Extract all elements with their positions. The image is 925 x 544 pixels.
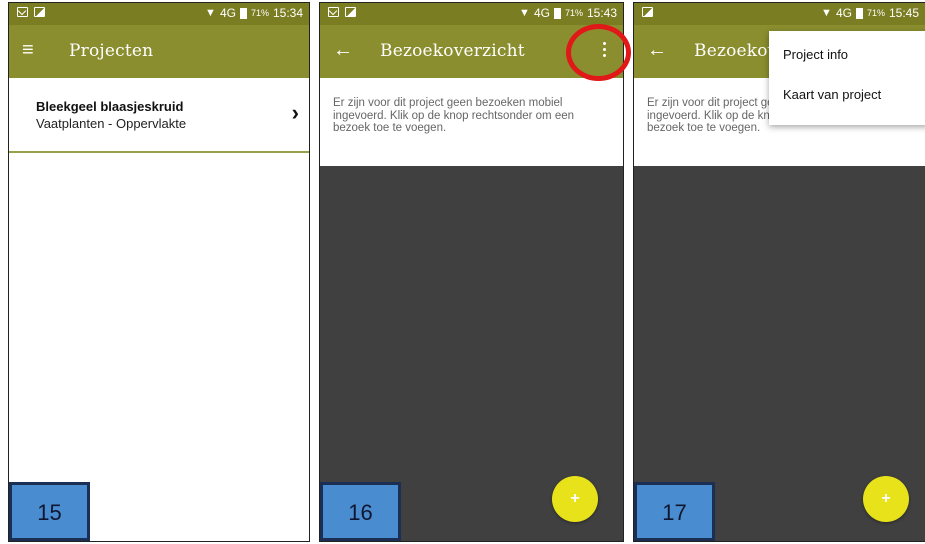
- status-bar: ▼ 4G 71% 15:43: [320, 3, 623, 25]
- menu-item-kaart-van-project[interactable]: Kaart van project: [769, 72, 925, 113]
- project-list-item[interactable]: Bleekgeel blaasjeskruid Vaatplanten - Op…: [9, 78, 309, 153]
- battery-percent: 71%: [250, 8, 269, 18]
- step-badge: 16: [320, 482, 401, 541]
- image-icon: [642, 7, 653, 17]
- network-type: 4G: [835, 6, 852, 20]
- status-bar: ▼ 4G 71% 15:45: [634, 3, 925, 25]
- page-title: Projecten: [69, 41, 154, 61]
- overflow-menu: Project info Kaart van project: [769, 31, 925, 125]
- signal-icon: ▼: [205, 7, 216, 19]
- step-badge: 17: [634, 482, 715, 541]
- page-title: Bezoekoverzicht: [380, 41, 525, 61]
- screen-projecten: ▼ 4G 71% 15:34 ≡ Projecten Bleekgeel bla…: [8, 2, 310, 542]
- battery-icon: [855, 7, 863, 19]
- project-title: Bleekgeel blaasjeskruid: [36, 99, 184, 114]
- menu-item-project-info[interactable]: Project info: [769, 31, 925, 72]
- image-icon: [34, 7, 45, 17]
- app-bar: ≡ Projecten: [9, 25, 309, 78]
- network-type: 4G: [219, 6, 236, 20]
- screen-bezoekoverzicht-menu: ▼ 4G 71% 15:45 ← Bezoekov Er zijn voor d…: [633, 2, 925, 542]
- back-arrow-icon[interactable]: ←: [647, 39, 667, 61]
- page-title: Bezoekov: [694, 41, 778, 61]
- empty-state-message: Er zijn voor dit project geen bezoeken m…: [320, 78, 623, 166]
- step-badge: 15: [9, 482, 90, 541]
- mail-icon: [17, 7, 28, 17]
- clock: 15:45: [888, 6, 919, 20]
- battery-icon: [553, 7, 561, 19]
- battery-percent: 71%: [564, 8, 583, 18]
- mail-icon: [328, 7, 339, 17]
- back-arrow-icon[interactable]: ←: [333, 39, 353, 61]
- menu-icon[interactable]: ≡: [22, 39, 34, 61]
- clock: 15:34: [272, 6, 303, 20]
- signal-icon: ▼: [821, 7, 832, 19]
- project-subtitle: Vaatplanten - Oppervlakte: [36, 116, 187, 131]
- clock: 15:43: [586, 6, 617, 20]
- add-visit-button[interactable]: +: [863, 476, 909, 522]
- image-icon: [345, 7, 356, 17]
- network-type: 4G: [533, 6, 550, 20]
- status-bar: ▼ 4G 71% 15:34: [9, 3, 309, 25]
- add-visit-button[interactable]: +: [552, 476, 598, 522]
- battery-icon: [239, 7, 247, 19]
- highlight-circle: [566, 24, 631, 81]
- signal-icon: ▼: [519, 7, 530, 19]
- chevron-right-icon: ›: [291, 100, 299, 125]
- screen-bezoekoverzicht: ▼ 4G 71% 15:43 ← Bezoekoverzicht Er zijn…: [319, 2, 624, 542]
- battery-percent: 71%: [866, 8, 885, 18]
